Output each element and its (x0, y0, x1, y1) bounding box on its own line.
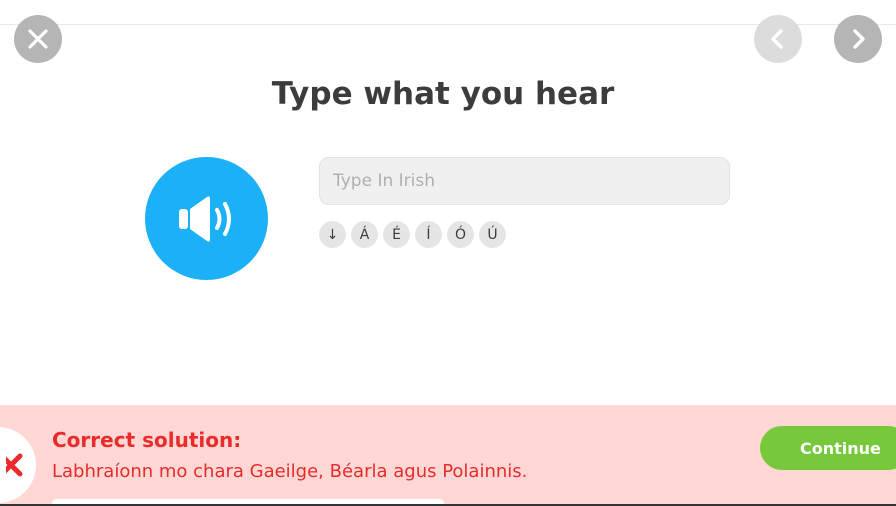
correct-solution-text: Labhraíonn mo chara Gaeilge, Béarla agus… (52, 461, 528, 482)
cross-icon (6, 453, 23, 477)
incorrect-badge (0, 427, 36, 503)
previous-button[interactable] (754, 15, 802, 63)
close-button[interactable] (14, 15, 62, 63)
answer-input[interactable] (319, 157, 730, 205)
continue-button[interactable]: Continue (760, 426, 896, 470)
exercise-title: Type what you hear (271, 76, 615, 112)
key-o-acute[interactable]: Ó (447, 221, 474, 248)
chevron-left-icon (771, 29, 783, 49)
feedback-banner: Correct solution: Labhraíonn mo chara Ga… (0, 405, 896, 506)
feedback-heading: Correct solution: (52, 428, 242, 452)
chevron-right-icon (853, 29, 865, 49)
toggle-keys-button[interactable]: ↓ (319, 221, 346, 248)
close-icon (28, 29, 48, 49)
play-audio-button[interactable] (145, 157, 268, 280)
key-i-acute[interactable]: Í (415, 221, 442, 248)
next-button[interactable] (834, 15, 882, 63)
key-a-acute[interactable]: Á (351, 221, 378, 248)
key-u-acute[interactable]: Ú (479, 221, 506, 248)
special-character-keys: ↓ Á É Í Ó Ú (319, 221, 506, 248)
key-e-acute[interactable]: É (383, 221, 410, 248)
speaker-icon (178, 195, 231, 242)
